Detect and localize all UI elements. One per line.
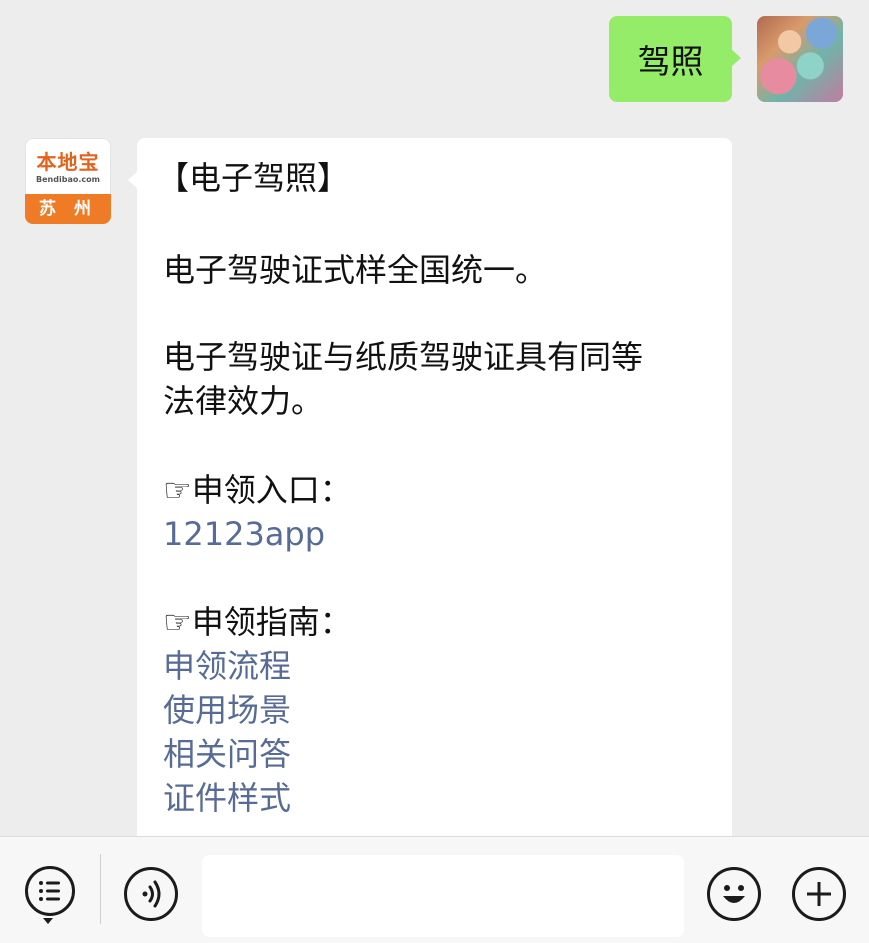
guide-link-sample[interactable]: 证件样式: [163, 776, 291, 820]
emoji-icon[interactable]: [707, 867, 761, 921]
voice-icon[interactable]: [124, 867, 178, 921]
bot-avatar[interactable]: 本地宝 Bendibao.com 苏 州: [25, 138, 111, 224]
message-title: 【电子驾照】: [157, 159, 350, 197]
guide-link-scenarios[interactable]: 使用场景: [163, 688, 291, 732]
bot-logo-text: 本地宝: [36, 150, 100, 174]
outgoing-message-text: 驾照: [637, 42, 704, 81]
menu-icon[interactable]: [25, 866, 75, 916]
message-paragraph-1: 电子驾驶证式样全国统一。: [163, 251, 548, 289]
incoming-message-bubble: 【电子驾照】 电子驾驶证式样全国统一。 电子驾驶证与纸质驾驶证具有同等 法律效力…: [128, 138, 732, 878]
message-paragraph-2-line-2: 法律效力。: [163, 382, 324, 420]
guide-link-faq[interactable]: 相关问答: [163, 732, 291, 776]
bot-logo-city: 苏 州: [25, 194, 111, 224]
apply-entry-label: ☞申领入口：: [163, 471, 352, 509]
add-icon[interactable]: [792, 867, 846, 921]
message-paragraph-2-line-1: 电子驾驶证与纸质驾驶证具有同等: [163, 338, 644, 376]
message-input[interactable]: [202, 855, 684, 937]
input-bar-divider: [100, 854, 101, 924]
guide-label: ☞申领指南：: [163, 603, 352, 641]
guide-link-process[interactable]: 申领流程: [163, 644, 291, 688]
outgoing-message-bubble[interactable]: 驾照: [609, 16, 741, 102]
apply-entry-link[interactable]: 12123app: [163, 512, 325, 556]
menu-caret-icon: [43, 918, 53, 924]
bot-logo-domain: Bendibao.com: [36, 175, 100, 184]
user-avatar[interactable]: [757, 16, 843, 102]
